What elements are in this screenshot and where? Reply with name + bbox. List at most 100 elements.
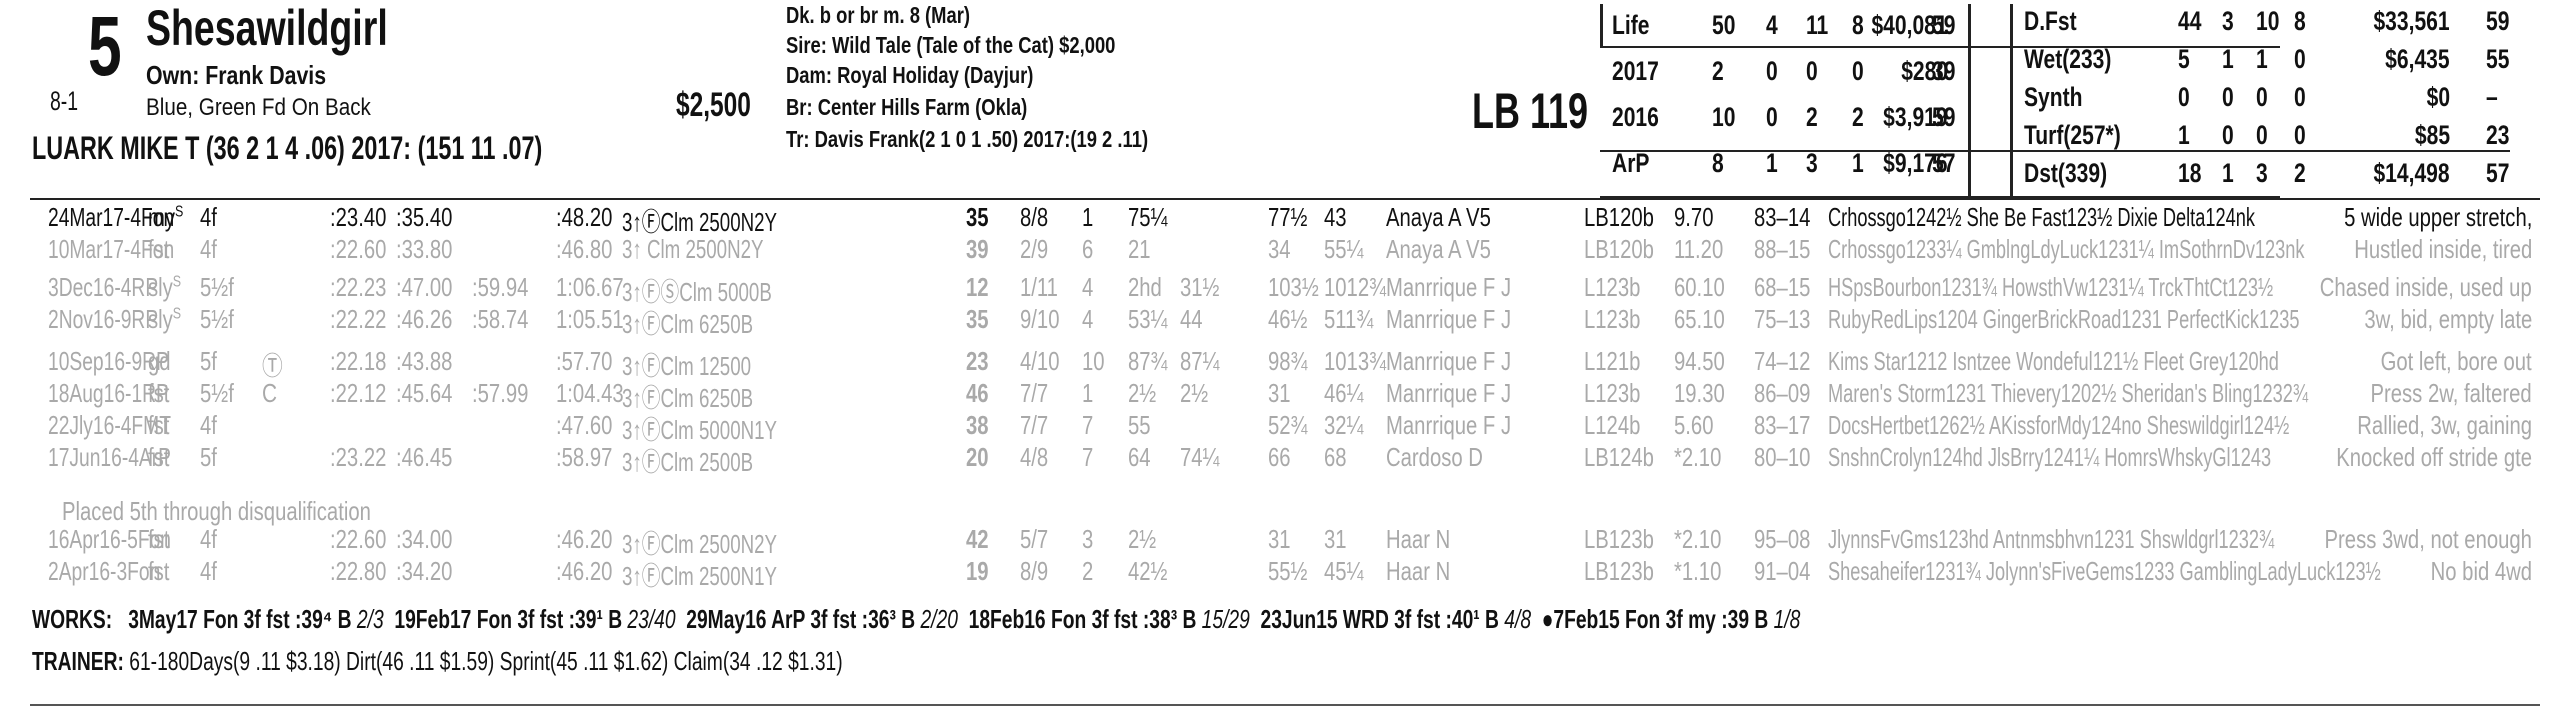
pp-str: 66 [1268, 442, 1291, 472]
pp-odds: *2.10 [1674, 524, 1722, 554]
pp-sp: 91–04 [1754, 556, 1811, 586]
pp-jockey: Anaya A V5 [1386, 234, 1491, 264]
pp-sp: 75–13 [1754, 304, 1811, 334]
pp-fin: 511¾ [1324, 304, 1374, 334]
record-left-cell: 10 [1712, 102, 1736, 132]
pp-pp: 9/10 [1020, 304, 1060, 334]
pp-odds: 65.10 [1674, 304, 1725, 334]
work-entry: 23Jun15 WRD 3f fst :40¹ B [1249, 604, 1505, 634]
pp-cond: fst [148, 556, 170, 586]
pp-date: 2Apr16-3Fon [48, 556, 161, 586]
work-entry: 3May17 Fon 3f fst :39⁴ B [117, 604, 357, 634]
pp-st: 7 [1082, 410, 1094, 440]
record-right-cell: 5 [2178, 44, 2190, 74]
pp-trip: Chased inside, used up [2320, 272, 2532, 302]
pp-race: 3↑ⒻClm 2500B [622, 447, 754, 477]
record-right-cell: 1 [2256, 44, 2268, 74]
record-left-cell: 2 [1806, 102, 1818, 132]
record-left-cell: 0 [1766, 102, 1778, 132]
work-rank: 2/20 [920, 604, 958, 634]
pp-sp: 86–09 [1754, 378, 1811, 408]
pp-med: L123b [1584, 272, 1641, 302]
pp-dist: 4f [200, 234, 217, 264]
pp-c1: 53¼ [1128, 304, 1168, 334]
trainer-stats-line: TRAINER: 61-180Days(9 .11 $3.18) Dirt(46… [32, 646, 843, 677]
pp-f1: :22.80 [330, 556, 387, 586]
record-right-cell: Dst(339) [2024, 158, 2108, 188]
record-left-cell: ArP [1612, 148, 1650, 178]
past-performance-row: 18Aug16-1RP fst 5½f C:22.12:45.64:57.99 1:04… [0, 376, 2550, 413]
pp-pp: 1/11 [1020, 272, 1058, 302]
pp-trip: Press 3wd, not enough [2324, 524, 2532, 554]
pp-odds: 11.20 [1674, 234, 1724, 264]
pp-dist: 5½f [200, 272, 234, 302]
pp-comment: Crhossgo1242½ She Be Fast123½ Dixie Delt… [1828, 202, 2255, 232]
pp-trip: 5 wide upper stretch, [2343, 202, 2532, 232]
pp-c1: 64 [1128, 442, 1151, 472]
record-left-cell: 2017 [1612, 56, 1659, 86]
pp-c2: 87¼ [1180, 346, 1220, 376]
pp-f2: :35.40 [396, 202, 453, 232]
past-performance-row: 17Jun16-4ArP fst 5f:23.22:46.45:58.97 3↑ⒻCl… [0, 440, 2550, 477]
work-entry: 18Feb16 Fon 3f fst :38³ B [957, 604, 1202, 634]
record-left-cell: Life [1612, 10, 1650, 40]
pp-f2: :43.88 [396, 346, 453, 376]
record-right-cell: 1 [2178, 120, 2190, 150]
past-performance-row: 22Jly16-4FMT fst 4f:47.60 3↑ⒻClm 5000N1Y 38 7… [0, 408, 2550, 445]
owner: Own: Frank Davis [146, 60, 327, 90]
pp-str: 34 [1268, 234, 1291, 264]
work-entry: 19Feb17 Fon 3f fst :39¹ B [383, 604, 628, 634]
pp-str: 52¾ [1268, 410, 1308, 440]
record-left-cell: 2 [1852, 102, 1864, 132]
pp-c2: 44 [1180, 304, 1203, 334]
pp-f2: :45.64 [396, 378, 453, 408]
pp-fin: 68 [1324, 442, 1347, 472]
pp-med: LB123b [1584, 524, 1654, 554]
pp-str: 77½ [1268, 202, 1308, 232]
horse-name: Shesawildgirl [146, 0, 388, 56]
past-performance-row: 3Dec16-4RP slyS 5½f:22.23:47.00:59.94 1:06.… [0, 270, 2550, 307]
pp-fin: 55¼ [1324, 234, 1364, 264]
pp-med: LB120b [1584, 202, 1654, 232]
works-list: 3May17 Fon 3f fst :39⁴ B 2/3 19Feb17 Fon… [118, 604, 1801, 634]
record-right-cell: 10 [2256, 6, 2280, 36]
work-rank: 1/8 [1773, 604, 1801, 634]
pp-fin: 32¼ [1324, 410, 1364, 440]
pp-f4: 1:04.43 [556, 378, 624, 408]
pp-f2: :47.00 [396, 272, 453, 302]
pp-fin: 1012¾ [1324, 272, 1387, 302]
pp-med: LB120b [1584, 234, 1654, 264]
weight-assignment: LB 119 [1472, 83, 1589, 139]
past-performance-row: 16Apr16-5Fon fst 4f:22.60:34.00:46.20 3↑ⒻCl… [0, 522, 2550, 559]
pp-f1: :23.22 [330, 442, 387, 472]
pp-bris: 35 [966, 304, 989, 334]
pp-c1: 75¼ [1128, 202, 1168, 232]
work-rank: 2/3 [356, 604, 384, 634]
pp-med: LB123b [1584, 556, 1654, 586]
pp-f3: :57.99 [472, 378, 529, 408]
record-left-cell: 1 [1766, 148, 1778, 178]
pp-f4: :47.60 [556, 410, 613, 440]
work-entry: ●7Feb15 Fon 3f my :39 B [1531, 604, 1774, 634]
pp-f3: :58.74 [472, 304, 529, 334]
record-right-cell: 0 [2178, 82, 2190, 112]
pp-pp: 7/7 [1020, 410, 1049, 440]
record-left-cell: 3 [1806, 148, 1818, 178]
pp-str: 55½ [1268, 556, 1308, 586]
record-right-cell: 0 [2294, 44, 2306, 74]
pp-trip: Press 2w, faltered [2370, 378, 2532, 408]
pp-str: 31 [1268, 378, 1291, 408]
pp-bris: 23 [966, 346, 989, 376]
pp-c1: 87¾ [1128, 346, 1168, 376]
pp-fin: 45¼ [1324, 556, 1364, 586]
pp-c1: 42½ [1128, 556, 1168, 586]
pp-c1: 21 [1128, 234, 1151, 264]
work-rank: 4/8 [1504, 604, 1532, 634]
pp-jockey: Manrrique F J [1386, 410, 1512, 440]
pp-f2: :46.26 [396, 304, 453, 334]
pp-comment: Kims Star1212 Isntzee Wondeful121½ Fleet… [1828, 346, 2279, 376]
pp-bris: 38 [966, 410, 989, 440]
record-right-cell: 3 [2256, 158, 2268, 188]
pp-c1: 55 [1128, 410, 1151, 440]
record-left-cell: 0 [1806, 56, 1818, 86]
